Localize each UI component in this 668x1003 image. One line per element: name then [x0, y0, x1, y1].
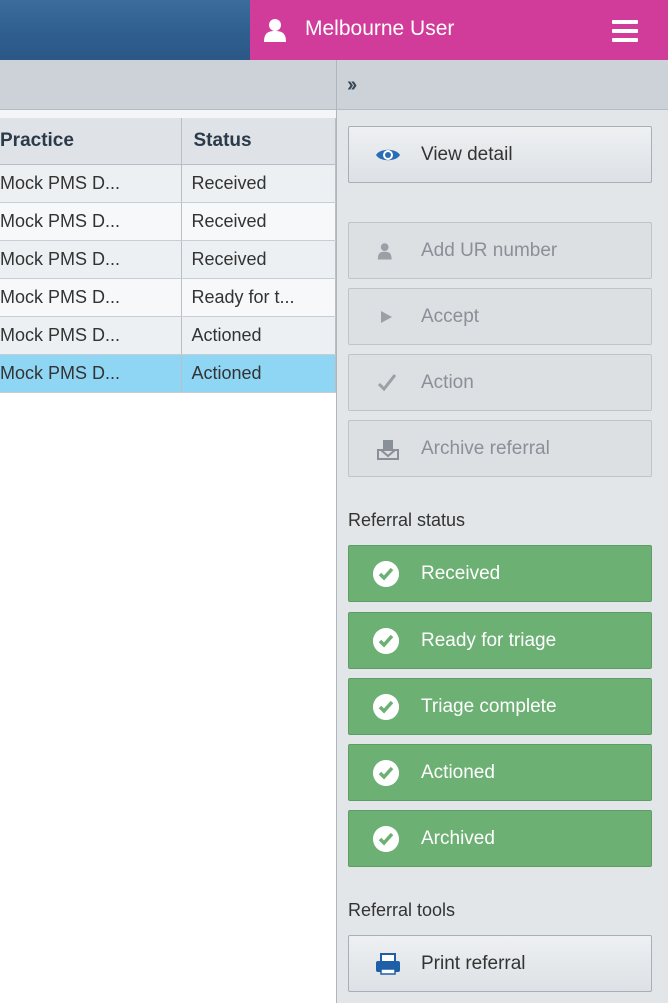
cell-status: Received [181, 164, 336, 203]
checkmark-icon [377, 374, 397, 392]
check-circle-icon [373, 826, 399, 852]
status-triage-complete: Triage complete [348, 678, 652, 735]
view-detail-button[interactable]: View detail [348, 126, 652, 183]
table-row[interactable]: Mock PMS D... Ready for t... [0, 278, 336, 317]
referral-grid: Practice Status Mock PMS D... Received M… [0, 118, 336, 393]
user-name: Melbourne User [305, 17, 455, 40]
referral-tools-heading: Referral tools [348, 900, 456, 920]
referral-status-heading: Referral status [348, 510, 466, 530]
cell-practice: Mock PMS D... [0, 240, 182, 279]
user-icon [264, 19, 286, 42]
cell-status: Received [181, 240, 336, 279]
cell-practice: Mock PMS D... [0, 354, 182, 393]
table-row[interactable]: Mock PMS D... Received [0, 202, 336, 241]
view-detail-label: View detail [421, 144, 513, 165]
action-panel: ›› View detail Add UR number Accept Acti… [336, 60, 668, 1003]
status-label: Triage complete [421, 696, 557, 717]
archive-referral-label: Archive referral [421, 438, 550, 459]
table-row-selected[interactable]: Mock PMS D... Actioned [0, 354, 336, 393]
table-row[interactable]: Mock PMS D... Received [0, 240, 336, 279]
table-row[interactable]: Mock PMS D... Received [0, 164, 336, 203]
archive-referral-button[interactable]: Archive referral [348, 420, 652, 477]
action-label: Action [421, 372, 474, 393]
status-label: Actioned [421, 762, 495, 783]
hamburger-menu-icon[interactable] [612, 20, 638, 42]
action-button[interactable]: Action [348, 354, 652, 411]
user-icon [377, 243, 392, 260]
check-circle-icon [373, 628, 399, 654]
status-label: Archived [421, 828, 495, 849]
cell-practice: Mock PMS D... [0, 316, 182, 355]
archive-tray-icon [377, 440, 399, 460]
print-referral-button[interactable]: Print referral [348, 935, 652, 992]
column-header-practice[interactable]: Practice [0, 118, 182, 165]
panel-toggle[interactable]: ›› [337, 60, 668, 110]
printer-icon [376, 953, 400, 975]
status-received: Received [348, 545, 652, 602]
cell-status: Ready for t... [181, 278, 336, 317]
status-label: Received [421, 563, 501, 584]
cell-practice: Mock PMS D... [0, 278, 182, 317]
eye-icon [376, 149, 400, 161]
header-bar [0, 0, 250, 60]
print-referral-label: Print referral [421, 953, 526, 974]
cell-status: Actioned [181, 354, 336, 393]
status-ready-for-triage: Ready for triage [348, 612, 652, 669]
cell-status: Received [181, 202, 336, 241]
check-circle-icon [373, 561, 399, 587]
table-row[interactable]: Mock PMS D... Actioned [0, 316, 336, 355]
add-ur-number-button[interactable]: Add UR number [348, 222, 652, 279]
cell-status: Actioned [181, 316, 336, 355]
status-archived: Archived [348, 810, 652, 867]
add-ur-number-label: Add UR number [421, 240, 558, 261]
accept-button[interactable]: Accept [348, 288, 652, 345]
cell-practice: Mock PMS D... [0, 164, 182, 203]
play-icon [381, 311, 392, 323]
grid-toolbar [0, 60, 336, 110]
check-circle-icon [373, 694, 399, 720]
user-menu[interactable]: Melbourne User [250, 0, 668, 60]
accept-label: Accept [421, 306, 480, 327]
check-circle-icon [373, 760, 399, 786]
status-actioned: Actioned [348, 744, 652, 801]
double-chevron-right-icon[interactable]: ›› [347, 74, 357, 97]
cell-practice: Mock PMS D... [0, 202, 182, 241]
column-header-status[interactable]: Status [181, 118, 336, 165]
grid-empty-area [0, 394, 336, 1003]
status-label: Ready for triage [421, 630, 557, 651]
grid-spacer [0, 110, 336, 118]
